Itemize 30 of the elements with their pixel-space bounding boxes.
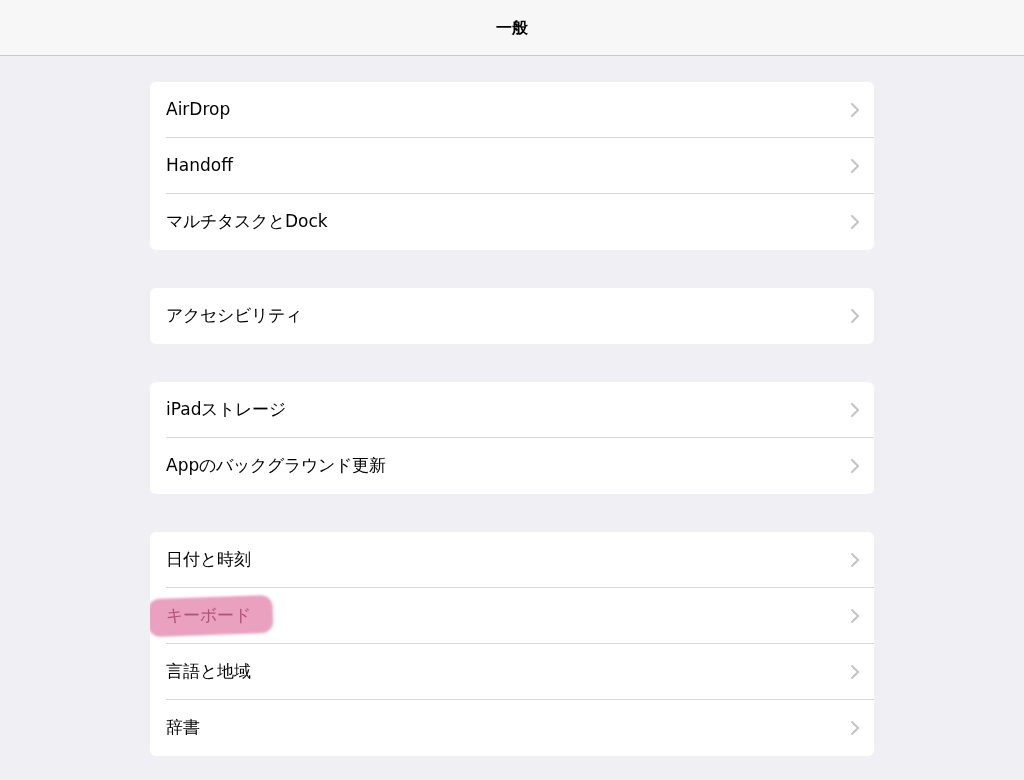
row-label: マルチタスクとDock xyxy=(166,210,328,234)
row-label: Appのバックグラウンド更新 xyxy=(166,454,387,478)
row-label: AirDrop xyxy=(166,98,231,122)
settings-row[interactable]: 日付と時刻 xyxy=(150,532,874,588)
row-label: アクセシビリティ xyxy=(166,304,302,328)
chevron-right-icon xyxy=(851,215,859,229)
chevron-right-icon xyxy=(851,459,859,473)
chevron-right-icon xyxy=(851,309,859,323)
page-title: 一般 xyxy=(496,16,528,39)
settings-row[interactable]: iPadストレージ xyxy=(150,382,874,438)
chevron-right-icon xyxy=(851,721,859,735)
chevron-right-icon xyxy=(851,159,859,173)
settings-row[interactable]: Appのバックグラウンド更新 xyxy=(150,438,874,494)
chevron-right-icon xyxy=(851,553,859,567)
settings-row[interactable]: 言語と地域 xyxy=(150,644,874,700)
row-label: 辞書 xyxy=(166,716,200,740)
row-label: iPadストレージ xyxy=(166,398,287,422)
chevron-right-icon xyxy=(851,609,859,623)
settings-row[interactable]: 辞書 xyxy=(150,700,874,756)
settings-row[interactable]: Handoff xyxy=(150,138,874,194)
chevron-right-icon xyxy=(851,665,859,679)
row-label: Handoff xyxy=(166,154,233,178)
row-label: キーボード xyxy=(166,604,251,628)
settings-row[interactable]: アクセシビリティ xyxy=(150,288,874,344)
settings-row[interactable]: マルチタスクとDock xyxy=(150,194,874,250)
chevron-right-icon xyxy=(851,403,859,417)
chevron-right-icon xyxy=(851,103,859,117)
settings-row[interactable]: AirDrop xyxy=(150,82,874,138)
row-label: 日付と時刻 xyxy=(166,548,251,572)
row-label: 言語と地域 xyxy=(166,660,251,684)
